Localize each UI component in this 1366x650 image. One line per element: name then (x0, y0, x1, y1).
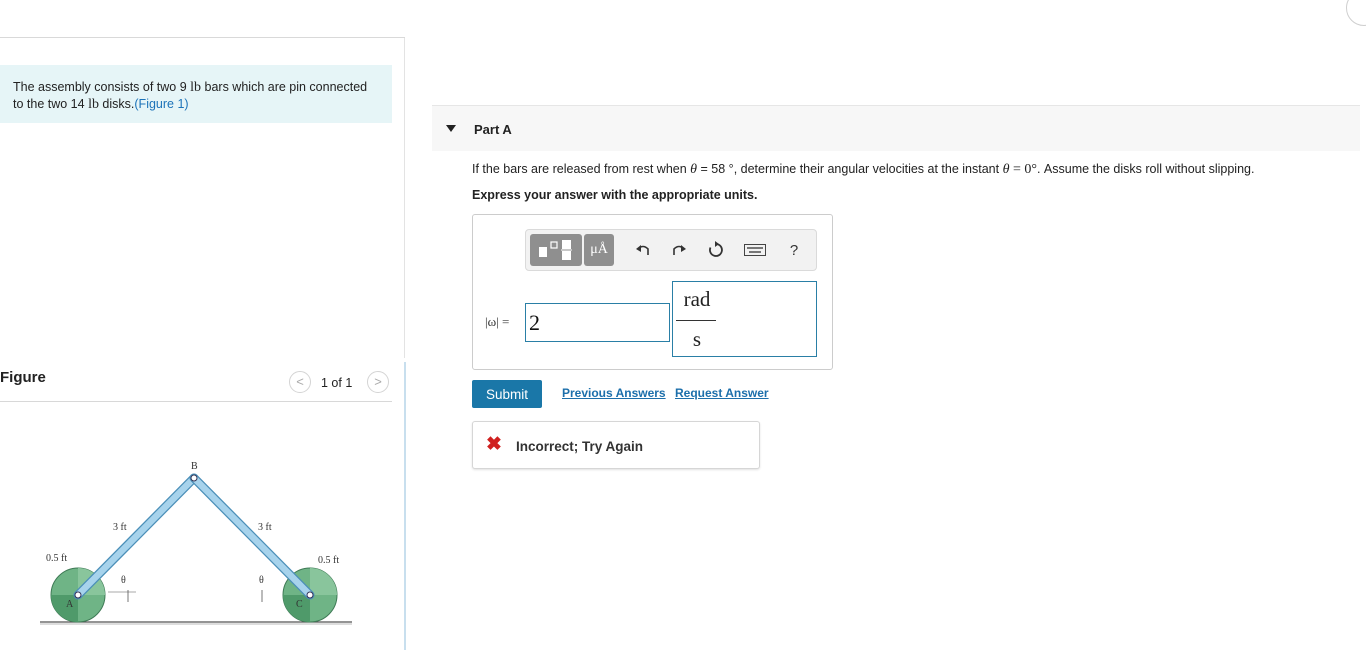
chevron-left-icon: < (296, 374, 304, 389)
intro-text-before: The assembly consists of two 9 (13, 80, 191, 94)
submit-button[interactable]: Submit (472, 380, 542, 408)
left-disk-sector-2 (51, 595, 78, 622)
label-c: C (296, 599, 303, 610)
undo-button[interactable] (632, 234, 654, 266)
pin-c (306, 591, 314, 599)
left-bar (74, 474, 198, 599)
intro-unit-lb: lb (190, 80, 202, 95)
caret-down-icon (446, 125, 456, 132)
answer-units-input[interactable]: rad s (672, 281, 817, 357)
label-theta-left: θ (121, 575, 126, 586)
figure-diagram: B A C 3 ft 3 ft 0.5 ft 0.5 ft θ θ (40, 461, 352, 625)
figure-header: Figure < 1 of 1 > (0, 368, 392, 402)
part-title: Part A (474, 122, 512, 137)
question-equals-0: = 0° (1009, 162, 1037, 177)
top-rule (0, 37, 405, 38)
keyboard-button[interactable] (742, 234, 768, 266)
keyboard-icon (744, 244, 766, 256)
chevron-right-icon: > (374, 374, 382, 389)
right-bar (190, 474, 314, 599)
question-text: If the bars are released from rest when … (472, 162, 1254, 178)
question-equals-58: = 58 ° (697, 162, 734, 176)
problem-intro: The assembly consists of two 9 lb bars w… (0, 65, 392, 123)
corner-button[interactable] (1346, 0, 1366, 26)
request-answer-link[interactable]: Request Answer (675, 386, 769, 400)
question-start: If the bars are released from rest when (472, 162, 691, 176)
units-button[interactable]: μÅ (584, 234, 614, 266)
omega-label: |ω| = (485, 314, 510, 329)
figure-link[interactable]: (Figure 1) (134, 97, 188, 111)
intro-unit-lb-2: lb (88, 97, 99, 112)
math-toolbar: μÅ ? (525, 229, 817, 271)
label-right-bar: 3 ft (258, 522, 272, 533)
help-icon: ? (789, 241, 799, 259)
feedback-box: ✖ Incorrect; Try Again (472, 421, 760, 469)
reset-icon (709, 241, 723, 257)
undo-icon (636, 245, 649, 255)
next-figure-button[interactable]: > (367, 371, 389, 393)
fraction-template-icon (539, 240, 572, 260)
reset-button[interactable] (704, 234, 728, 266)
previous-figure-button[interactable]: < (289, 371, 311, 393)
redo-icon (673, 245, 686, 255)
fraction-template-button[interactable] (530, 234, 582, 266)
feedback-text: Incorrect; Try Again (516, 439, 644, 454)
label-theta-right: θ (259, 575, 264, 586)
incorrect-icon: ✖ (486, 434, 502, 455)
label-b: B (191, 461, 198, 472)
label-right-radius: 0.5 ft (318, 555, 339, 566)
question-end: . Assume the disks roll without slipping… (1036, 162, 1255, 176)
pin-b (190, 474, 198, 482)
panel-divider (404, 38, 405, 358)
panel-divider-scroll[interactable] (404, 362, 406, 650)
units-icon: μÅ (590, 242, 608, 257)
right-disk-sector (310, 568, 337, 595)
previous-answers-link[interactable]: Previous Answers (562, 386, 666, 400)
label-left-radius: 0.5 ft (46, 553, 67, 564)
unit-numerator: rad (683, 287, 711, 311)
redo-button[interactable] (668, 234, 690, 266)
figure-pager: 1 of 1 (321, 376, 353, 390)
help-button[interactable]: ? (784, 234, 804, 266)
label-a: A (66, 599, 74, 610)
figure-title: Figure (0, 369, 46, 386)
pin-a (74, 591, 82, 599)
unit-fraction-line (676, 320, 716, 321)
answer-box: μÅ ? |ω| = rad s (472, 214, 833, 370)
intro-text-after: disks. (98, 97, 135, 111)
question-mid: , determine their angular velocities at … (733, 162, 1003, 176)
answer-value-input[interactable] (525, 303, 670, 342)
express-instruction: Express your answer with the appropriate… (472, 188, 758, 202)
unit-denominator: s (692, 327, 702, 351)
label-left-bar: 3 ft (113, 522, 127, 533)
part-a-header[interactable]: Part A (432, 105, 1360, 151)
